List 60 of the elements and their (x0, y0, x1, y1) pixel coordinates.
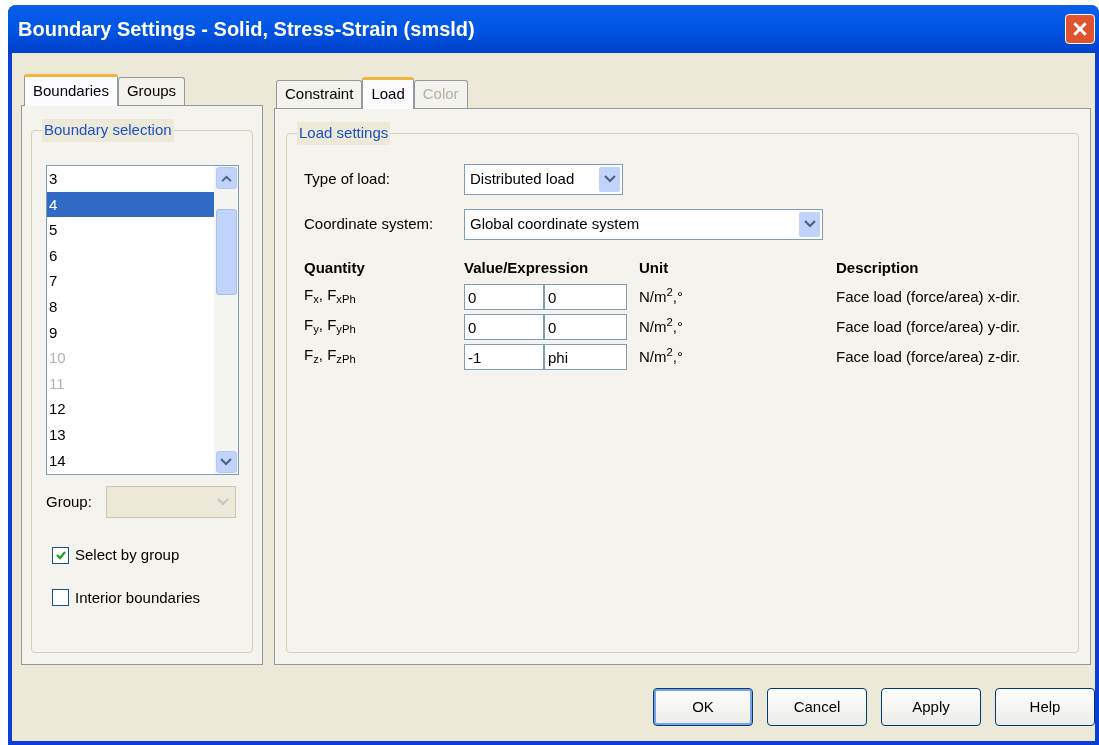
list-item[interactable]: 5 (47, 217, 214, 243)
description-text: Face load (force/area) z-dir. (836, 347, 1022, 367)
close-button[interactable] (1065, 14, 1095, 44)
quantity-label: F$_{y}$, F$_{yPh}$ (304, 315, 357, 337)
tab[interactable]: Boundaries (24, 74, 118, 106)
unit-label: N/m$^{2}$,° (639, 285, 684, 307)
checkbox[interactable] (52, 546, 69, 564)
tab[interactable]: Constraint (276, 80, 363, 108)
phase-input[interactable]: 0 (544, 314, 627, 340)
unit-label: N/m$^{2}$,° (639, 315, 684, 337)
dialog-button[interactable]: Help (995, 688, 1095, 726)
scroll-thumb[interactable] (215, 209, 237, 295)
check-icon (54, 549, 67, 562)
checkbox[interactable] (52, 589, 69, 607)
tab[interactable]: Load (362, 77, 414, 109)
quantity-label: F$_{x}$, F$_{xPh}$ (304, 285, 357, 307)
load-type-dropdown[interactable]: Distributed load (464, 163, 623, 195)
phase-input[interactable]: 0 (544, 284, 627, 310)
caret-icon (603, 175, 616, 183)
phase-input[interactable]: phi (544, 344, 627, 370)
description-text: Face load (force/area) x-dir. (836, 287, 1022, 307)
coordinate-system-dropdown[interactable]: Global coordinate system (464, 208, 823, 240)
column-header: Value/Expression (464, 258, 590, 278)
dialog-button[interactable]: OK (653, 688, 753, 726)
list-item[interactable]: 13 (47, 421, 214, 448)
group-title: Boundary selection (42, 119, 174, 142)
value-input[interactable]: -1 (464, 344, 544, 370)
group-title: Load settings (297, 122, 391, 145)
description-text: Face load (force/area) y-dir. (836, 317, 1022, 337)
tab[interactable]: Groups (117, 77, 186, 105)
column-header: Quantity (304, 258, 366, 278)
list-item[interactable]: 14 (47, 447, 214, 474)
caret-icon (216, 498, 229, 506)
scroll-down-button[interactable] (215, 451, 237, 473)
field-label: Type of load: (304, 168, 391, 189)
list-item[interactable]: 6 (47, 242, 214, 269)
close-icon (1072, 21, 1088, 37)
value-input[interactable]: 0 (464, 284, 544, 310)
dialog-button[interactable]: Apply (881, 688, 981, 726)
column-header: Description (836, 258, 920, 278)
field-label: Coordinate system: (304, 213, 435, 234)
scrollbar[interactable] (214, 166, 238, 474)
group-label: Group: (46, 491, 92, 512)
caret-icon (803, 220, 816, 228)
column-header: Unit (639, 258, 670, 278)
list-item[interactable]: 9 (47, 319, 214, 346)
value-input[interactable]: 0 (464, 314, 544, 340)
list-item[interactable]: 4 (47, 191, 214, 218)
unit-label: N/m$^{2}$,° (639, 345, 684, 367)
scroll-up-button[interactable] (215, 167, 237, 189)
list-item[interactable]: 8 (47, 293, 214, 320)
quantity-label: F$_{z}$, F$_{zPh}$ (304, 345, 357, 367)
dialog-button[interactable]: Cancel (767, 688, 867, 726)
list-item[interactable]: 3 (47, 166, 214, 192)
window-title: Boundary Settings - Solid, Stress-Strain (smsld) (18, 17, 475, 42)
list-item[interactable]: 12 (47, 396, 214, 422)
checkbox-label: Interior boundaries (75, 587, 201, 608)
caret-icon (220, 458, 232, 466)
list-item[interactable]: 7 (47, 268, 214, 294)
checkbox-label: Select by group (75, 545, 180, 565)
